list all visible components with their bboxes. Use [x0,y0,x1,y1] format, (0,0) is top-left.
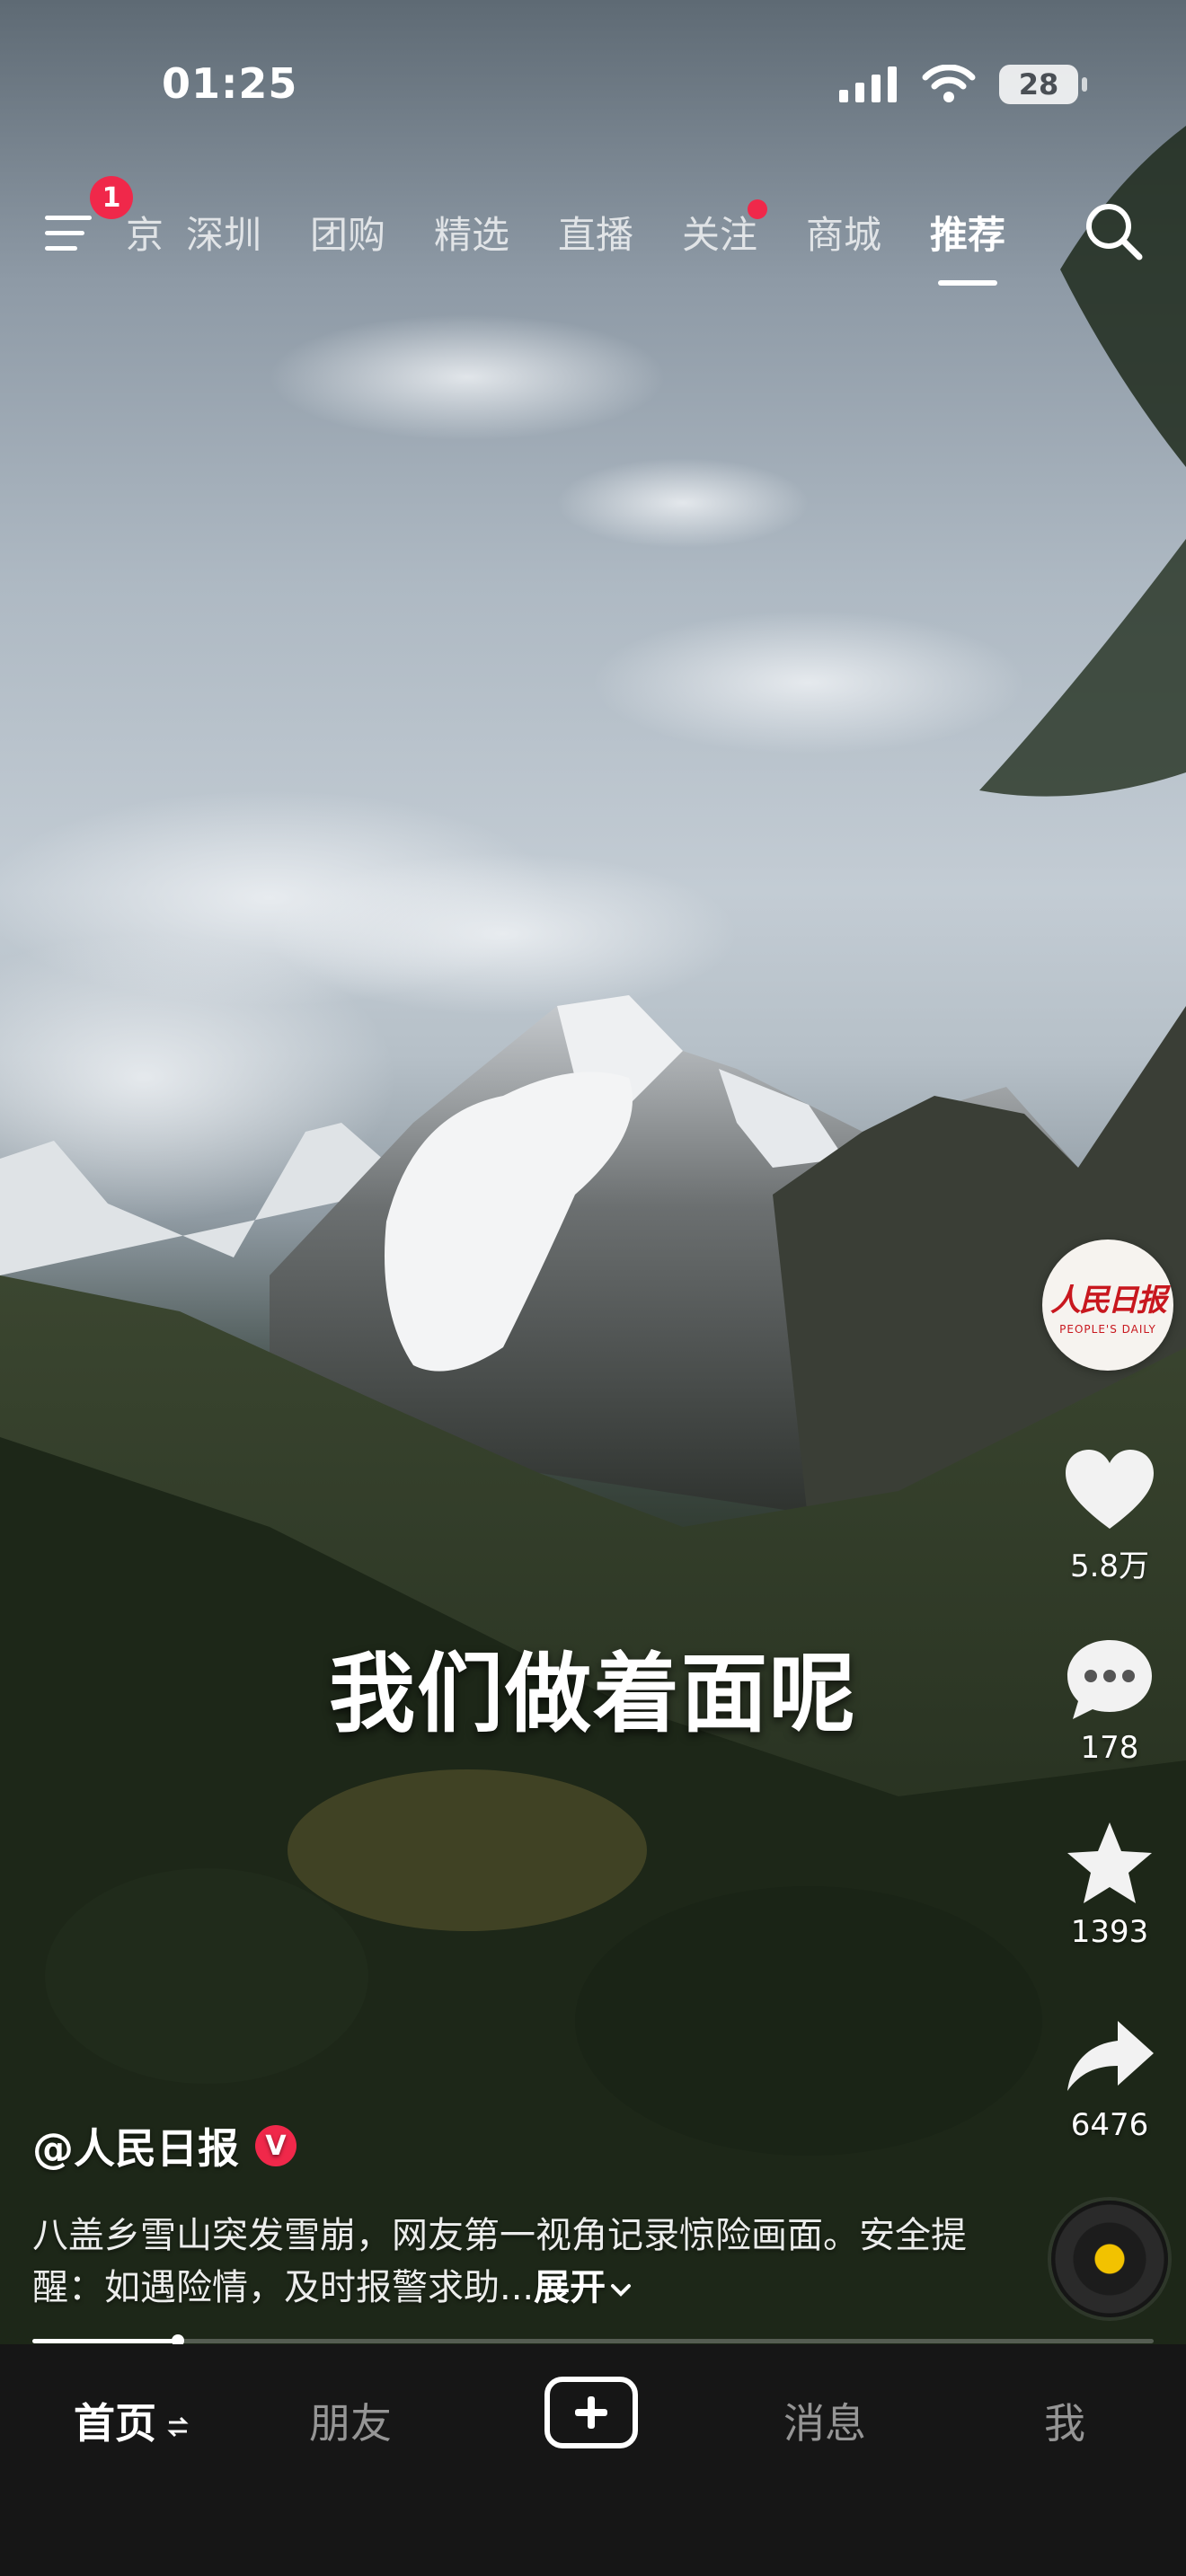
tab-mall[interactable]: 商城 [782,205,906,260]
avatar-logo-subtext: PEOPLE'S DAILY [1059,1322,1156,1336]
tab-shenzhen[interactable]: 深圳 [162,205,286,260]
tab-recommended[interactable]: 推荐 [906,205,1030,286]
music-disc-icon[interactable] [1051,2201,1168,2317]
creator-handle[interactable]: @人民日报 V [32,2116,296,2175]
menu-button[interactable] [45,207,99,260]
swap-icon [167,2416,189,2437]
tab-following[interactable]: 关注 [658,199,782,260]
nav-me[interactable]: 我 [1044,2391,1085,2450]
video-player[interactable] [0,0,1186,2344]
tab-live[interactable]: 直播 [534,205,658,260]
status-icons: 28 [839,65,1087,104]
video-subtitle: 我们做着面呢 [329,1644,857,1744]
share-count: 6476 [1070,2107,1149,2143]
playback-progress-bar[interactable] [32,2334,1154,2347]
create-post-button[interactable] [544,2377,638,2448]
wifi-icon [922,65,976,102]
nav-messages[interactable]: 消息 [783,2391,866,2450]
like-button[interactable]: 5.8万 [1033,1446,1186,1585]
share-button[interactable]: 6476 [1033,2012,1186,2143]
avatar-logo-text: 人民日报 [1050,1282,1167,1319]
favorite-count: 1393 [1070,1914,1149,1950]
comment-count: 178 [1080,1730,1139,1766]
nav-home[interactable]: 首页 [74,2391,190,2450]
video-description[interactable]: 八盖乡雪山突发雪崩，网友第一视角记录惊险画面。安全提醒：如遇险情，及时报警求助.… [32,2210,1003,2314]
status-time: 01:25 [162,59,298,108]
menu-icon-bar [45,231,84,235]
menu-icon-bar [45,246,77,251]
chevron-down-icon [611,2284,632,2297]
search-button[interactable] [1078,196,1150,268]
nav-friends[interactable]: 朋友 [309,2391,392,2450]
plus-icon [575,2396,607,2429]
tab-featured[interactable]: 精选 [410,205,534,260]
tab-group-buy[interactable]: 团购 [286,205,410,260]
progress-fill [32,2339,179,2343]
description-text: 八盖乡雪山突发雪崩，网友第一视角记录惊险画面。安全提醒：如遇险情，及时报警求助.… [32,2215,967,2308]
feed-tabs: 京 深圳 团购 精选 直播 关注 商城 推荐 [126,199,1030,286]
search-icon [1086,204,1143,260]
tab-city-partial[interactable]: 京 [126,205,162,260]
like-count: 5.8万 [1069,1548,1150,1584]
nav-home-label: 首页 [74,2399,156,2448]
top-navigation: 1 京 深圳 团购 精选 直播 关注 商城 推荐 [0,176,1186,286]
signal-icon [839,66,897,102]
creator-avatar[interactable]: 人民日报 PEOPLE'S DAILY [1042,1239,1173,1371]
verified-badge-icon: V [255,2125,296,2166]
battery-indicator: 28 [999,65,1087,104]
comment-button[interactable]: 178 [1033,1635,1186,1766]
favorite-button[interactable]: 1393 [1033,1819,1186,1950]
new-content-dot [748,199,767,219]
heart-icon [1066,1450,1154,1529]
video-frame-scenery [0,126,1186,2344]
share-arrow-icon [1067,2021,1154,2091]
creator-name: @人民日报 [32,2124,239,2173]
expand-link[interactable]: 展开 [534,2267,634,2308]
menu-icon [45,216,92,220]
expand-label: 展开 [534,2267,606,2308]
star-icon [1067,1822,1152,1903]
bottom-navigation: 首页 朋友 消息 我 [0,2344,1186,2576]
tab-following-label: 关注 [681,213,757,257]
comment-icon [1067,1640,1152,1719]
